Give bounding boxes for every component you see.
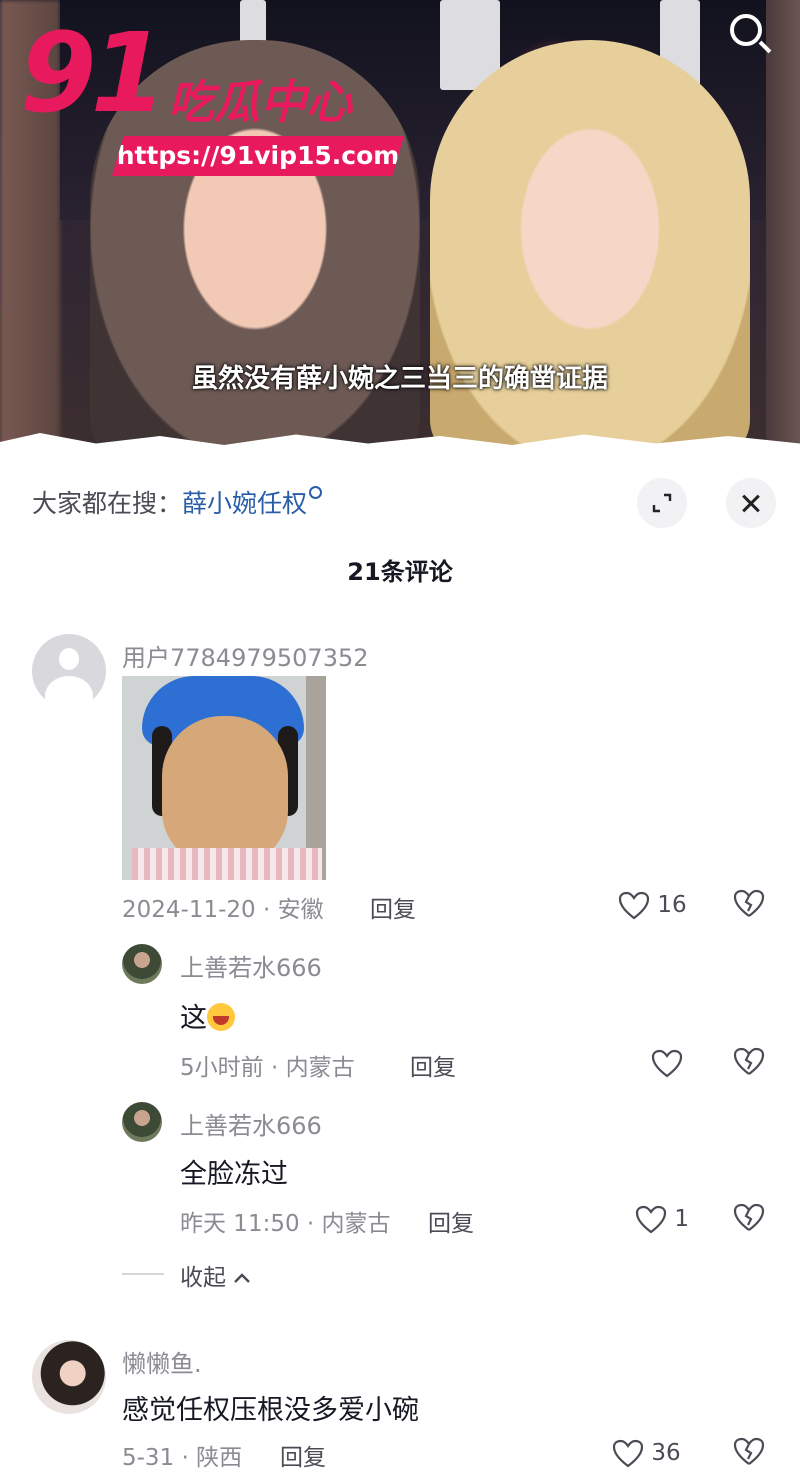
laughing-crying-emoji-icon	[207, 1003, 235, 1031]
comment-text: 感觉任权压根没多爱小碗	[122, 1395, 419, 1426]
reply-username[interactable]: 上善若水666	[180, 1106, 322, 1141]
reply-meta: 昨天 11:50 · 内蒙古	[180, 1211, 391, 1237]
avatar[interactable]	[32, 634, 106, 708]
heart-icon	[618, 891, 650, 919]
like-button[interactable]	[651, 1046, 683, 1080]
watermark-name: 吃瓜中心	[168, 75, 352, 129]
avatar[interactable]	[122, 944, 162, 984]
reply-button[interactable]: 回复	[280, 1438, 326, 1472]
like-count: 1	[674, 1206, 689, 1232]
search-icon[interactable]	[730, 14, 762, 46]
close-button[interactable]	[726, 478, 776, 528]
comment-panel: 大家都在搜：薛小婉任权 21条评论 用户7784979507352 2024-1…	[0, 452, 800, 1471]
like-button[interactable]: 16	[618, 888, 687, 922]
reply-button[interactable]: 回复	[410, 1048, 456, 1082]
like-button[interactable]: 36	[612, 1436, 681, 1470]
image-clothing	[132, 848, 322, 880]
broken-heart-icon[interactable]	[733, 1203, 765, 1233]
image-face	[162, 716, 288, 866]
heart-icon	[612, 1439, 644, 1467]
divider	[122, 1273, 164, 1275]
avatar[interactable]	[32, 1340, 106, 1414]
comment-meta: 5-31 · 陕西	[122, 1445, 243, 1471]
hot-search-label: 大家都在搜：	[32, 489, 183, 518]
reply-text: 这	[180, 996, 235, 1035]
comment-username[interactable]: 用户7784979507352	[122, 638, 369, 673]
hot-search-keyword[interactable]: 薛小婉任权	[182, 489, 307, 518]
broken-heart-icon[interactable]	[733, 1047, 765, 1077]
comment-image[interactable]	[122, 676, 326, 880]
broken-heart-icon[interactable]	[733, 889, 765, 919]
expand-icon	[652, 493, 672, 513]
broken-heart-icon[interactable]	[733, 1437, 765, 1467]
heart-icon	[635, 1205, 667, 1233]
watermark-number: 91	[20, 9, 167, 137]
reply-text-content: 这	[180, 1003, 207, 1034]
video-caption: 虽然没有薛小婉之三当三的确凿证据	[191, 364, 608, 394]
comment-username[interactable]: 懒懒鱼.	[122, 1344, 202, 1379]
like-count: 36	[651, 1440, 681, 1466]
expand-button[interactable]	[637, 478, 687, 528]
site-watermark: 91 吃瓜中心 https://91vip15.com	[20, 9, 404, 176]
reply-username[interactable]: 上善若水666	[180, 948, 322, 983]
collapse-label: 收起	[180, 1265, 226, 1291]
reply-meta: 5小时前 · 内蒙古	[180, 1055, 355, 1081]
watermark-url: https://91vip15.com	[112, 136, 404, 176]
hot-search[interactable]: 大家都在搜：薛小婉任权	[32, 484, 323, 520]
reply-button[interactable]: 回复	[370, 890, 416, 924]
like-count: 16	[657, 892, 687, 918]
chevron-up-icon	[234, 1273, 251, 1283]
heart-icon	[651, 1049, 683, 1077]
reply-text: 全脸冻过	[180, 1159, 288, 1190]
avatar[interactable]	[122, 1102, 162, 1142]
like-button[interactable]: 1	[635, 1202, 689, 1236]
reply-button[interactable]: 回复	[428, 1204, 474, 1238]
search-icon	[309, 486, 323, 499]
comment-count: 21条评论	[347, 558, 453, 586]
comment-meta: 2024-11-20 · 安徽	[122, 897, 324, 923]
collapse-replies-button[interactable]: 收起	[180, 1258, 251, 1292]
